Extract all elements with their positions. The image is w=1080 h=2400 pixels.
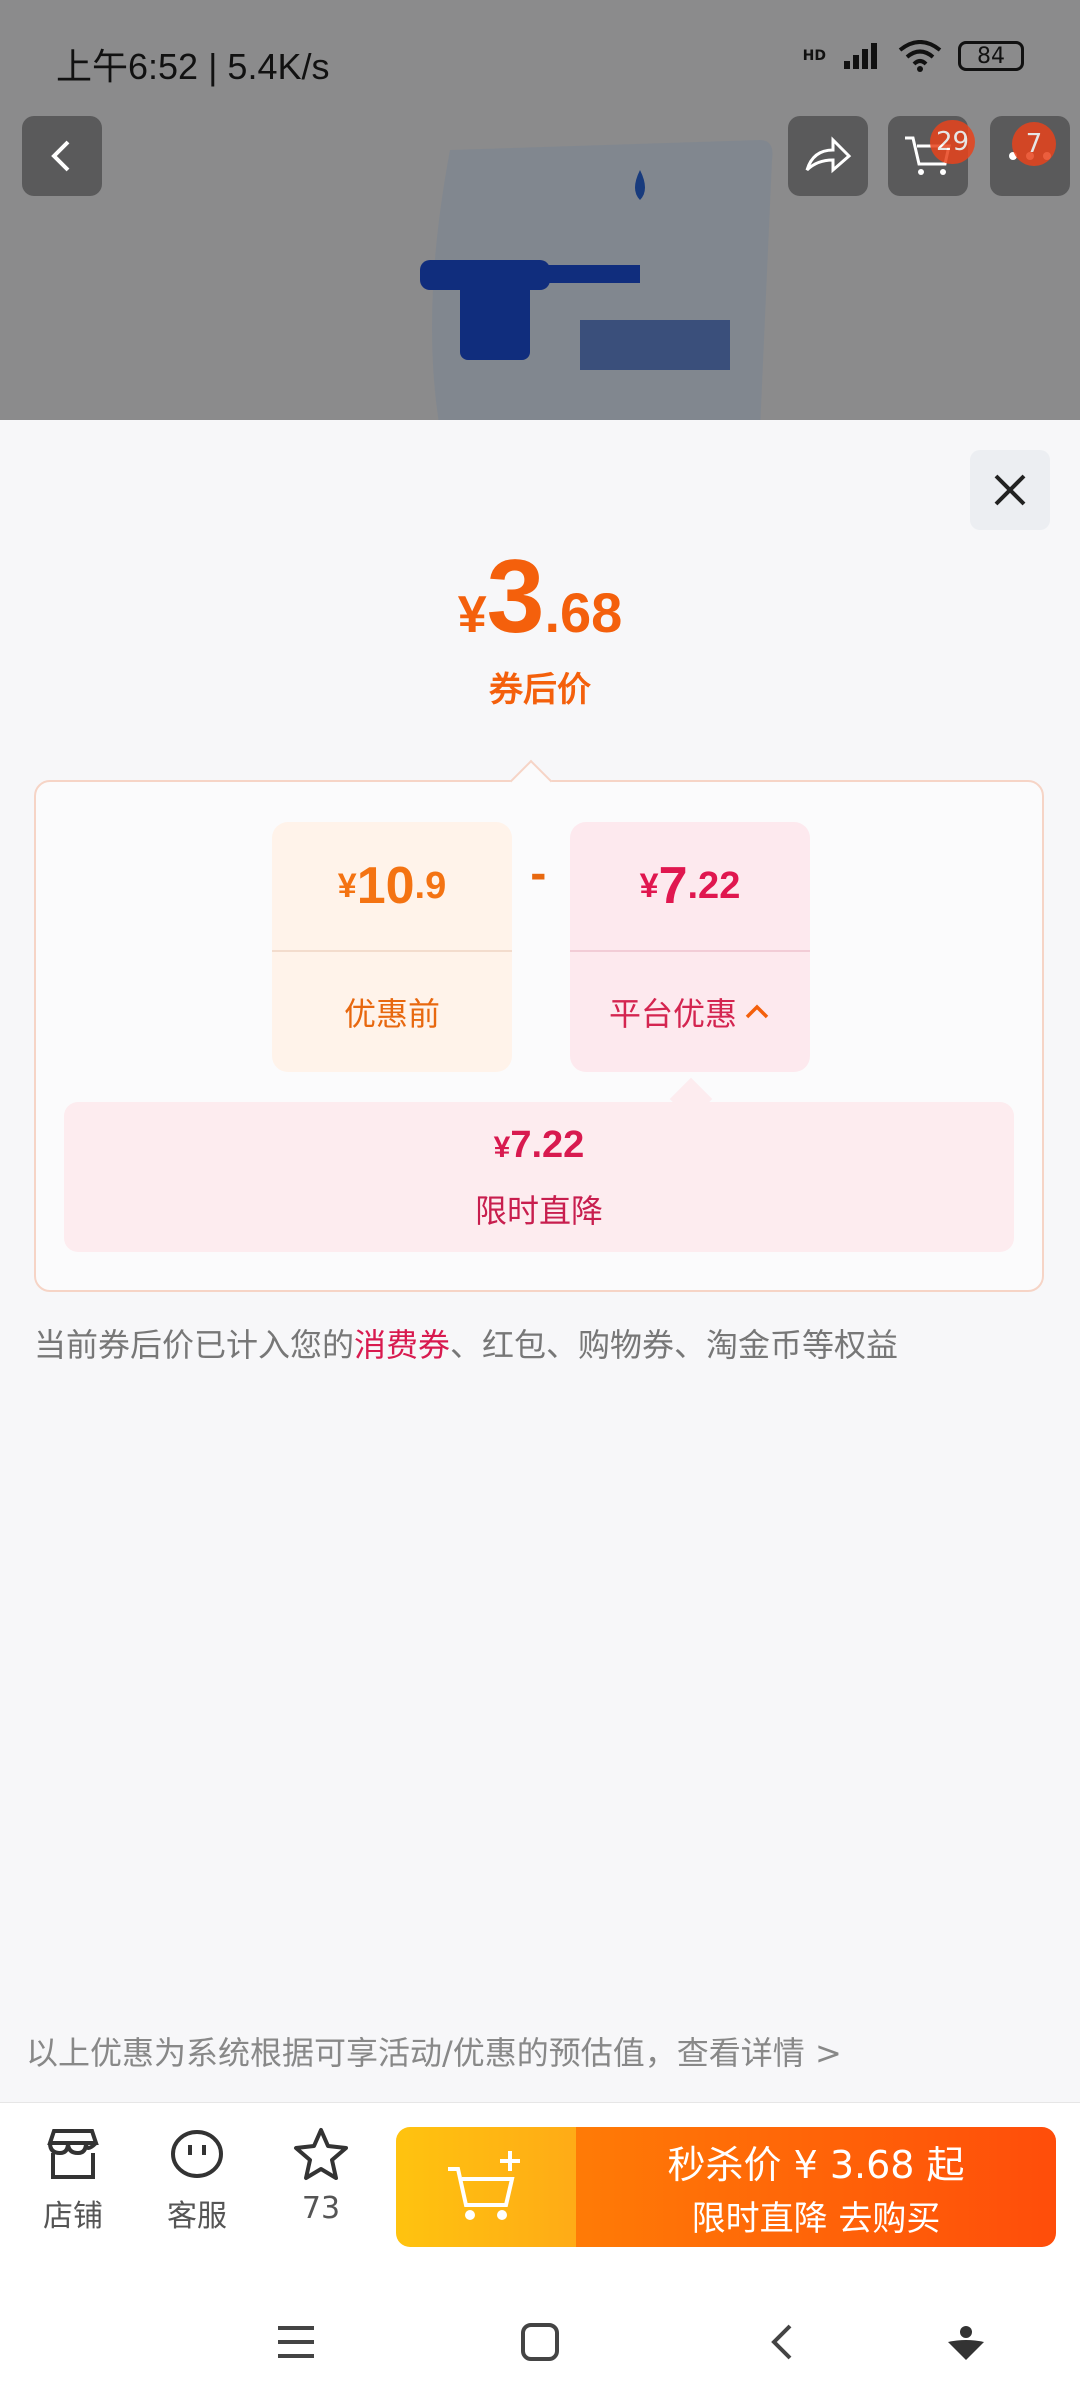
final-price-decimal: .68 [544,581,623,644]
status-bar: 上午6:52 | 5.4K/s HD 84 [0,0,1080,120]
flash-sale-buy[interactable]: 秒杀价 ¥ 3.68 起 限时直降 去购买 [576,2127,1056,2247]
cart-plus-icon [448,2151,520,2220]
store-icon [47,2129,99,2179]
menu-nav-button[interactable] [266,2312,326,2372]
platform-currency: ¥ [639,866,659,905]
favorite-count: 73 [301,2191,341,2226]
flash-sale-price: 秒杀价 ¥ 3.68 起 [667,2143,965,2187]
share-button[interactable] [788,116,868,196]
assistant-icon [948,2326,984,2360]
bottom-action-bar: 店铺 客服 73 秒杀价 ¥ 3.68 起 限时直降 去购买 [0,2102,1080,2273]
buy-now-button[interactable]: 秒杀价 ¥ 3.68 起 限时直降 去购买 [396,2127,1056,2247]
status-time: 上午6:52 | 5.4K/s [56,46,330,87]
limited-drop-amount: ¥7.22 [64,1124,1014,1167]
service-label: 客服 [167,2199,227,2234]
limited-drop-value: 7.22 [510,1124,585,1166]
favorite-button[interactable]: 73 [266,2127,376,2226]
original-price-label: 优惠前 [343,995,440,1033]
minus-sign: - [530,852,547,898]
platform-integer: 7 [658,857,688,915]
menu-icon [278,2326,314,2358]
assistant-nav-button[interactable] [936,2312,996,2372]
back-nav-button[interactable] [754,2312,814,2372]
final-price-integer: 3 [486,539,545,655]
platform-discount-label: 平台优惠 [608,995,737,1033]
buy-subtext: 限时直降 去购买 [691,2199,941,2239]
benefit-note: 当前券后价已计入您的消费券、红包、购物券、淘金币等权益 [34,1320,898,1366]
limited-drop-box: ¥7.22 限时直降 [64,1102,1014,1252]
limited-drop-currency: ¥ [493,1131,511,1164]
home-nav-button[interactable] [510,2312,570,2372]
platform-discount-card[interactable]: ¥7.22 平台优惠 [570,822,810,1072]
hd-tag: HD [802,48,826,64]
battery-icon: 84 [958,41,1024,71]
chevron-left-icon [51,140,70,172]
original-price-card: ¥10.9 优惠前 [272,822,512,1072]
original-decimal: .9 [414,864,447,907]
original-integer: 10 [356,857,415,915]
home-square-icon [521,2323,559,2361]
wifi-icon [898,40,942,72]
share-icon [805,136,852,174]
back-button[interactable] [22,116,102,196]
price-breakdown: ¥10.9 优惠前 - ¥7.22 平台优惠 ¥7.22 限时直降 [34,759,1044,1292]
add-to-cart-button[interactable] [396,2127,576,2247]
more-count-badge: 7 [1012,122,1056,166]
breakdown-notch [509,759,553,803]
final-price: ¥3.68 [0,538,1080,657]
final-price-currency: ¥ [457,586,487,644]
shop-button[interactable]: 店铺 [18,2127,128,2235]
original-price-amount: ¥10.9 [272,822,512,950]
original-currency: ¥ [337,866,357,905]
disclaimer-link[interactable]: 以上优惠为系统根据可享活动/优惠的预估值，查看详情 > [26,2028,842,2074]
note-prefix: 当前券后价已计入您的 [34,1326,355,1364]
star-icon [294,2128,348,2180]
platform-discount-amount: ¥7.22 [570,822,810,950]
system-navigation-bar [0,2272,1080,2400]
cart-count-badge: 29 [930,120,976,164]
shop-label: 店铺 [43,2199,103,2234]
note-suffix: 、红包、购物券、淘金币等权益 [450,1326,899,1364]
consumer-coupon-link[interactable]: 消费券 [354,1326,450,1364]
platform-discount-label-row: 平台优惠 [570,952,810,1072]
smiley-chat-icon [171,2130,223,2178]
signal-icon [844,43,877,69]
limited-drop-label: 限时直降 [474,1192,603,1230]
final-price-label: 券后价 [489,670,591,710]
status-icons: HD 84 [803,40,1024,72]
back-triangle-icon [771,2324,792,2360]
customer-service-button[interactable]: 客服 [142,2127,252,2235]
chevron-up-icon [745,1004,769,1019]
platform-decimal: .22 [687,864,741,907]
close-button[interactable] [970,450,1050,530]
close-icon [994,474,1026,506]
